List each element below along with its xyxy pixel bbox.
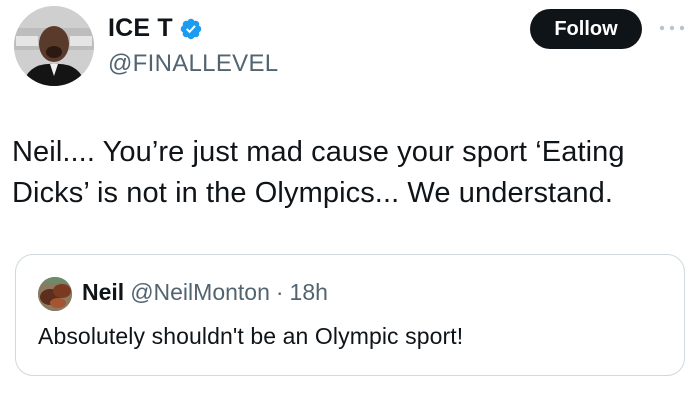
quoted-avatar-photo [38, 277, 72, 311]
tweet: ICE T @FINALLEVEL Follow Neil.... You’re… [0, 0, 700, 407]
avatar-photo [14, 6, 94, 86]
author-avatar[interactable] [14, 6, 94, 86]
verified-badge-icon [180, 18, 202, 39]
author-name-row: ICE T [108, 14, 203, 43]
quoted-tweet-time[interactable]: 18h [290, 279, 328, 306]
quoted-tweet-header: Neil @NeilMonton · 18h [82, 279, 328, 306]
author-display-name[interactable]: ICE T [108, 14, 173, 43]
quoted-author-name[interactable]: Neil [82, 279, 124, 306]
tweet-text: Neil.... You’re just mad cause your spor… [12, 136, 625, 209]
author-handle[interactable]: @FINALLEVEL [108, 50, 278, 78]
quoted-author-handle[interactable]: @NeilMonton [130, 279, 270, 306]
more-horizontal-icon[interactable] [657, 21, 687, 35]
header-separator: · [275, 279, 284, 305]
follow-button[interactable]: Follow [530, 9, 642, 49]
quoted-author-avatar[interactable] [38, 277, 72, 311]
quoted-tweet-card[interactable]: Neil @NeilMonton · 18h Absolutely shouldn'… [15, 254, 685, 376]
quoted-tweet-text: Absolutely shouldn't be an Olympic sport… [38, 323, 464, 349]
